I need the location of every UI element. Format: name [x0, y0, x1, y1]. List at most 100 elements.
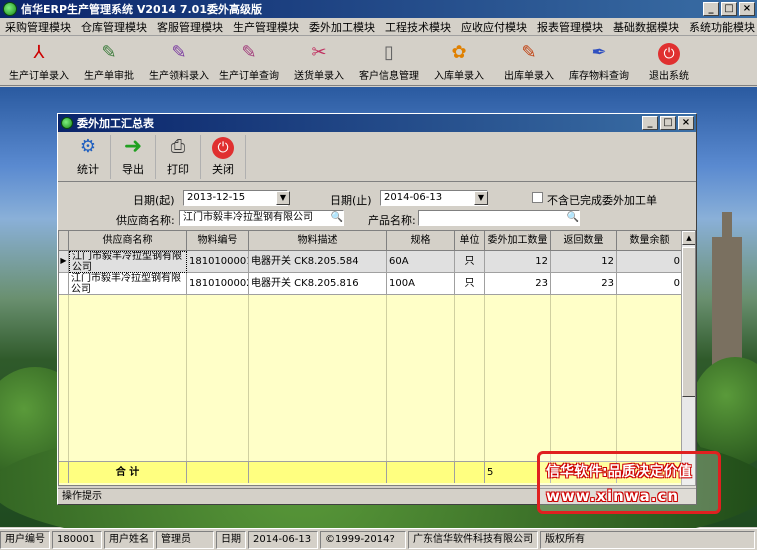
cell-material-desc[interactable]: 电器开关 CK8.205.584 [249, 251, 387, 273]
close-power-icon: ⏻ [212, 136, 234, 159]
col-outsource-qty[interactable]: 委外加工数量 [485, 231, 551, 251]
menu-base-data[interactable]: 基础数据模块 [608, 19, 684, 35]
product-search-icon[interactable]: 🔍 [566, 211, 580, 225]
copyright-text: ©1999-2014? [320, 530, 406, 549]
scroll-thumb[interactable] [682, 247, 695, 397]
total-blank [187, 462, 249, 483]
summary-table: 供应商名称 物料编号 物料描述 规格 单位 委外加工数量 返回数量 数量余额 ▶… [58, 230, 696, 486]
cell-supplier[interactable]: 江门市毅丰冷拉型钢有限公司 [69, 273, 187, 295]
child-close-button[interactable]: × [678, 116, 694, 130]
app-logo-icon [3, 2, 17, 16]
supplier-label: 供应商名称: [116, 214, 175, 227]
company-name: 广东信华软件科技有限公司 [408, 530, 538, 549]
col-spec[interactable]: 规格 [387, 231, 455, 251]
supplier-search-icon[interactable]: 🔍 [330, 211, 344, 225]
toolbar-stock-in[interactable]: ✿ 入库单录入 [424, 37, 494, 85]
operation-hint-label: 操作提示 [62, 491, 102, 502]
material-icon: ✎ [171, 41, 187, 63]
table-row[interactable]: ▶ 江门市毅丰冷拉型钢有限公司 1810100001 电器开关 CK8.205.… [59, 251, 695, 273]
child-toolbar: ⚙ 统计 ➜ 导出 ⎙ 打印 ⏻ 关闭 [58, 132, 696, 182]
date-from-label: 日期(起) [133, 194, 175, 207]
exclude-completed-checkbox[interactable] [532, 192, 543, 203]
child-minimize-button[interactable]: _ [642, 116, 658, 130]
brand-watermark: 信华软件:品质决定价值 www.xinwa.cn [537, 451, 721, 514]
cell-material-no[interactable]: 1810100001 [187, 251, 249, 273]
toolbar-stock-out[interactable]: ✎ 出库单录入 [494, 37, 564, 85]
date-value: 2014-06-13 [248, 530, 318, 549]
date-label: 日期 [216, 530, 246, 549]
toolbar-production-order-entry[interactable]: ⅄ 生产订单录入 [4, 37, 74, 85]
cell-unit[interactable]: 只 [455, 273, 485, 295]
col-return-qty[interactable]: 返回数量 [551, 231, 617, 251]
total-blank [387, 462, 455, 483]
menu-warehouse[interactable]: 仓库管理模块 [76, 19, 152, 35]
toolbar-customer-info[interactable]: ▯ 客户信息管理 [354, 37, 424, 85]
close-button[interactable]: × [739, 2, 755, 16]
cell-supplier[interactable]: 江门市毅丰冷拉型钢有限公司 [69, 251, 187, 273]
cell-material-desc[interactable]: 电器开关 CK8.205.816 [249, 273, 387, 295]
vertical-scrollbar[interactable]: ▲ [681, 231, 695, 485]
minimize-button[interactable]: _ [703, 2, 719, 16]
toolbar-delivery-entry[interactable]: ✂ 送货单录入 [284, 37, 354, 85]
toolbar-inventory-query[interactable]: ✒ 库存物料查询 [564, 37, 634, 85]
supplier-input[interactable]: 江门市毅丰冷拉型钢有限公司 [179, 210, 344, 226]
child-maximize-button[interactable]: □ [660, 116, 676, 130]
cell-outsource-qty[interactable]: 23 [485, 273, 551, 295]
menu-customer-service[interactable]: 客服管理模块 [152, 19, 228, 35]
child-title-bar: 委外加工汇总表 _ □ × [58, 114, 696, 132]
app-title-bar: 信华ERP生产管理系统 V2014 7.01委外高级版 _ □ × [0, 0, 757, 18]
date-to-dropdown[interactable]: ▼ [474, 191, 488, 205]
cell-balance-qty[interactable]: 0 [617, 251, 683, 273]
statistics-icon: ⚙ [79, 136, 97, 157]
cell-unit[interactable]: 只 [455, 251, 485, 273]
menu-engineering[interactable]: 工程技术模块 [380, 19, 456, 35]
user-id-value: 180001 [52, 530, 102, 549]
exit-icon: ⏻ [658, 43, 680, 65]
menu-production[interactable]: 生产管理模块 [228, 19, 304, 35]
toolbar-material-requisition[interactable]: ✎ 生产领料录入 [144, 37, 214, 85]
menu-system[interactable]: 系统功能模块 [684, 19, 757, 35]
scroll-up-icon[interactable]: ▲ [682, 231, 695, 245]
col-supplier[interactable]: 供应商名称 [69, 231, 187, 251]
date-from-input[interactable]: 2013-12-15 [183, 190, 288, 206]
stock-in-icon: ✿ [451, 41, 467, 63]
maximize-button[interactable]: □ [721, 2, 737, 16]
outsourcing-summary-window: 委外加工汇总表 _ □ × ⚙ 统计 ➜ 导出 ⎙ 打印 ⏻ 关闭 日期(起) 2013… [57, 113, 697, 505]
menu-bar: 采购管理模块 仓库管理模块 客服管理模块 生产管理模块 委外加工模块 工程技术模… [0, 18, 757, 36]
col-material-no[interactable]: 物料编号 [187, 231, 249, 251]
table-row[interactable]: 江门市毅丰冷拉型钢有限公司 1810100002 电器开关 CK8.205.81… [59, 273, 695, 295]
col-balance-qty[interactable]: 数量余额 [617, 231, 683, 251]
cell-spec[interactable]: 60A [387, 251, 455, 273]
query-icon: ✎ [241, 41, 257, 63]
menu-outsourcing[interactable]: 委外加工模块 [304, 19, 380, 35]
export-button[interactable]: ➜ 导出 [111, 134, 156, 179]
cell-material-no[interactable]: 1810100002 [187, 273, 249, 295]
cell-return-qty[interactable]: 23 [551, 273, 617, 295]
cell-return-qty[interactable]: 12 [551, 251, 617, 273]
cell-outsource-qty[interactable]: 12 [485, 251, 551, 273]
date-from-dropdown[interactable]: ▼ [276, 191, 290, 205]
toolbar-exit[interactable]: ⏻ 退出系统 [634, 37, 704, 85]
row-indicator [59, 273, 69, 295]
date-to-input[interactable]: 2014-06-13 [380, 190, 488, 206]
close-window-button[interactable]: ⏻ 关闭 [201, 134, 246, 179]
menu-receivables[interactable]: 应收应付模块 [456, 19, 532, 35]
print-button[interactable]: ⎙ 打印 [156, 134, 201, 179]
toolbar-production-query[interactable]: ✎ 生产订单查询 [214, 37, 284, 85]
menu-purchase[interactable]: 采购管理模块 [0, 19, 76, 35]
col-material-desc[interactable]: 物料描述 [249, 231, 387, 251]
cell-spec[interactable]: 100A [387, 273, 455, 295]
current-row-arrow-icon: ▶ [59, 251, 69, 273]
toolbar-production-approval[interactable]: ✎ 生产单审批 [74, 37, 144, 85]
total-blank [249, 462, 387, 483]
app-title: 信华ERP生产管理系统 V2014 7.01委外高级版 [21, 3, 262, 16]
statistics-button[interactable]: ⚙ 统计 [66, 134, 111, 179]
pdf-icon: ⅄ [33, 41, 45, 63]
stock-out-icon: ✎ [521, 41, 537, 63]
col-unit[interactable]: 单位 [455, 231, 485, 251]
user-name-label: 用户姓名 [104, 530, 154, 549]
delivery-icon: ✂ [311, 41, 327, 63]
product-input[interactable] [418, 210, 580, 226]
menu-reports[interactable]: 报表管理模块 [532, 19, 608, 35]
cell-balance-qty[interactable]: 0 [617, 273, 683, 295]
